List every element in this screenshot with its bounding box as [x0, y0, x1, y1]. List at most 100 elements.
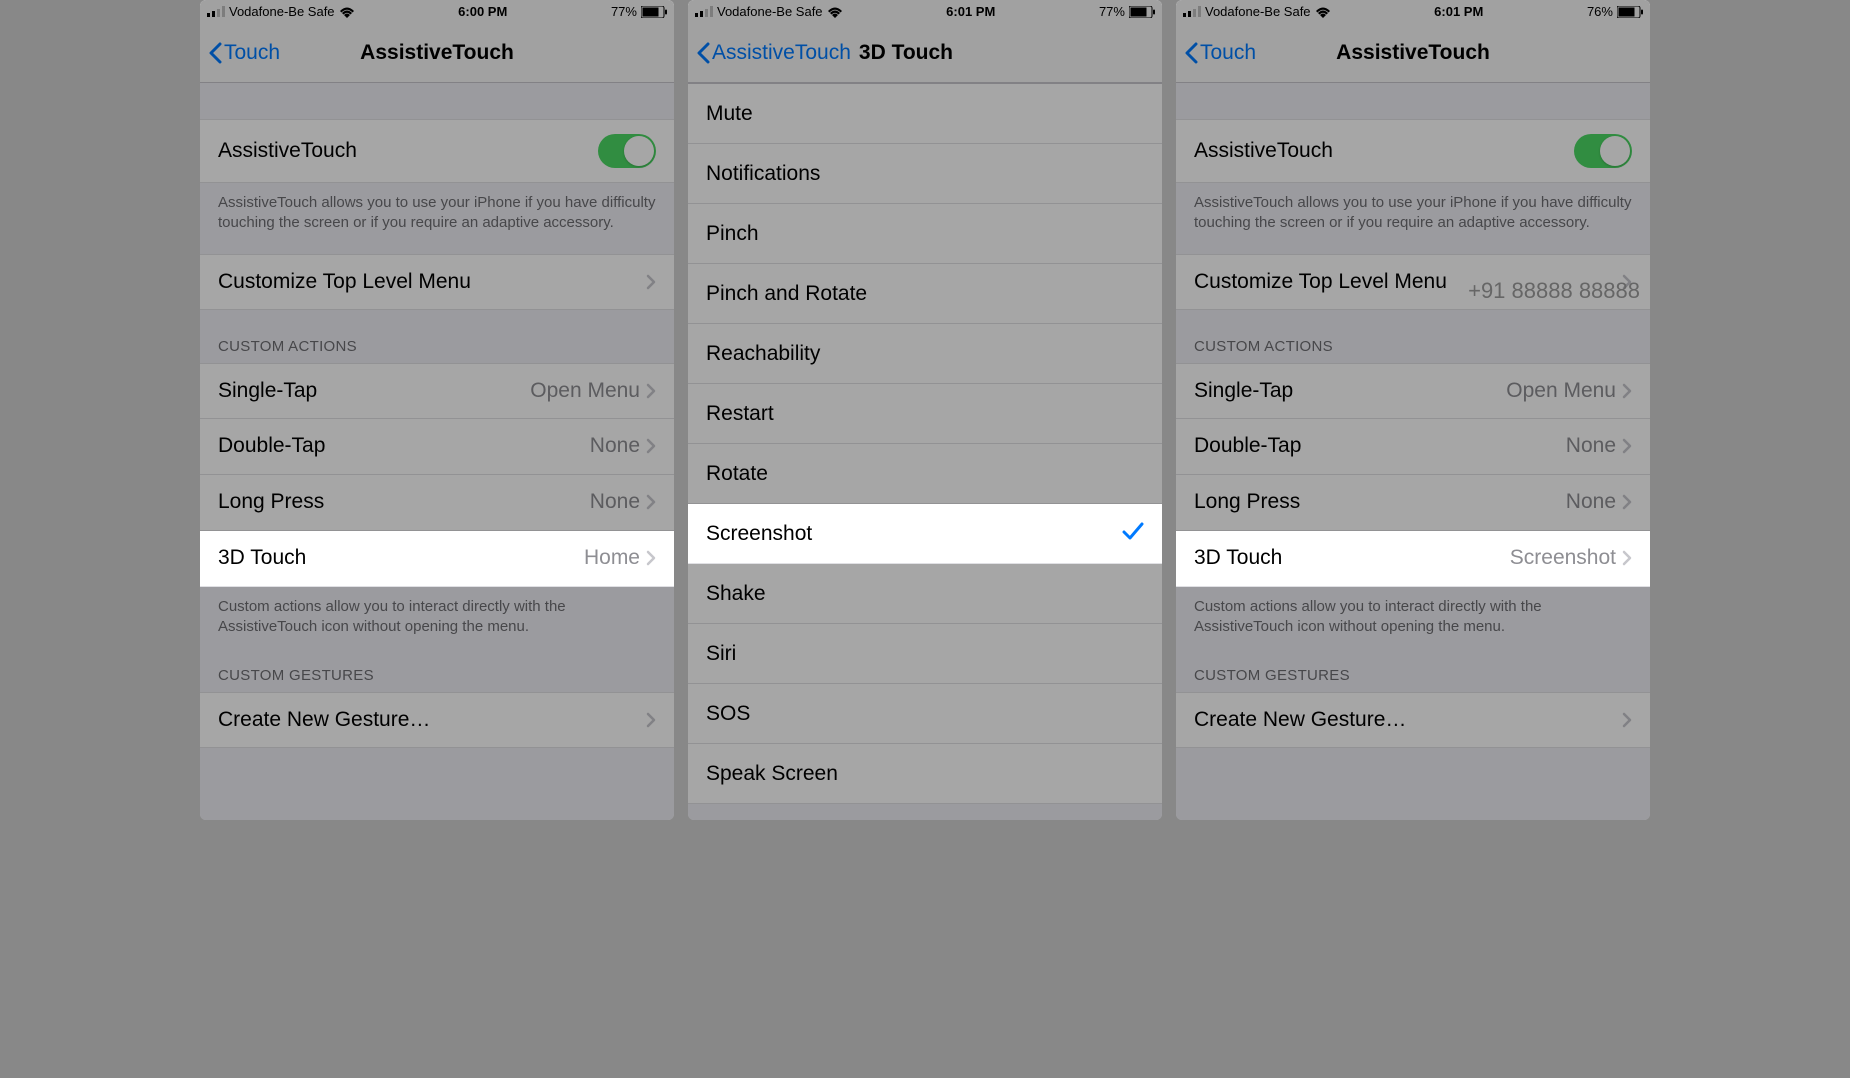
long-press-label: Long Press [1194, 490, 1566, 514]
custom-actions-footer: Custom actions allow you to interact dir… [200, 587, 674, 658]
long-press-row[interactable]: Long Press None [1176, 475, 1650, 531]
clock-label: 6:01 PM [946, 4, 995, 19]
wifi-icon [827, 6, 843, 18]
page-title: 3D Touch [859, 41, 953, 65]
back-button[interactable]: Touch [208, 41, 280, 65]
back-label: AssistiveTouch [712, 41, 851, 65]
double-tap-row[interactable]: Double-Tap None [1176, 419, 1650, 475]
custom-actions-header: CUSTOM ACTIONS [200, 310, 674, 363]
3d-touch-value: Home [584, 546, 640, 570]
option-rotate[interactable]: Rotate [688, 444, 1162, 504]
battery-percent-label: 77% [1099, 4, 1125, 19]
signal-icon [207, 6, 225, 17]
toggle-switch[interactable] [598, 134, 656, 168]
chevron-left-icon [1184, 42, 1198, 64]
option-pinch-rotate[interactable]: Pinch and Rotate [688, 264, 1162, 324]
status-bar: Vodafone-Be Safe 6:01 PM 77% [688, 0, 1162, 23]
double-tap-label: Double-Tap [218, 434, 590, 458]
assistivetouch-toggle-row[interactable]: AssistiveTouch [1176, 119, 1650, 183]
chevron-right-icon [646, 712, 656, 728]
option-restart[interactable]: Restart [688, 384, 1162, 444]
option-label: Siri [706, 642, 1144, 666]
option-pinch[interactable]: Pinch [688, 204, 1162, 264]
nav-bar: Touch AssistiveTouch [1176, 23, 1650, 83]
screen-2-3d-touch-options: Vodafone-Be Safe 6:01 PM 77% AssistiveTo… [688, 0, 1162, 820]
chevron-left-icon [208, 42, 222, 64]
option-siri[interactable]: Siri [688, 624, 1162, 684]
3d-touch-row[interactable]: 3D Touch Screenshot [1176, 531, 1650, 587]
custom-gestures-header: CUSTOM GESTURES [200, 657, 674, 692]
back-button[interactable]: Touch [1184, 41, 1256, 65]
chevron-right-icon [1622, 438, 1632, 454]
option-label: Pinch and Rotate [706, 282, 1144, 306]
create-gesture-label: Create New Gesture… [218, 708, 646, 732]
option-label: Notifications [706, 162, 1144, 186]
battery-icon [641, 6, 667, 18]
option-speak-screen[interactable]: Speak Screen [688, 744, 1162, 804]
chevron-right-icon [1622, 712, 1632, 728]
assistivetouch-toggle-row[interactable]: AssistiveTouch [200, 119, 674, 183]
single-tap-label: Single-Tap [218, 379, 530, 403]
single-tap-row[interactable]: Single-Tap Open Menu [200, 363, 674, 419]
double-tap-row[interactable]: Double-Tap None [200, 419, 674, 475]
custom-gestures-header: CUSTOM GESTURES [1176, 657, 1650, 692]
option-mute[interactable]: Mute [688, 84, 1162, 144]
nav-bar: Touch AssistiveTouch [200, 23, 674, 83]
double-tap-label: Double-Tap [1194, 434, 1566, 458]
long-press-value: None [590, 490, 640, 514]
screen-1-assistivetouch: Vodafone-Be Safe 6:00 PM 77% Touch Assis… [200, 0, 674, 820]
signal-icon [695, 6, 713, 17]
double-tap-value: None [590, 434, 640, 458]
battery-percent-label: 76% [1587, 4, 1613, 19]
chevron-right-icon [1622, 383, 1632, 399]
page-title: AssistiveTouch [1336, 41, 1490, 65]
customize-label: Customize Top Level Menu [218, 270, 646, 294]
create-new-gesture-row[interactable]: Create New Gesture… [200, 692, 674, 748]
option-label: Shake [706, 582, 1144, 606]
nav-bar: AssistiveTouch 3D Touch [688, 23, 1162, 83]
chevron-right-icon [1622, 550, 1632, 566]
option-label: Pinch [706, 222, 1144, 246]
single-tap-row[interactable]: Single-Tap Open Menu [1176, 363, 1650, 419]
3d-touch-value: Screenshot [1510, 546, 1616, 570]
option-label: Reachability [706, 342, 1144, 366]
option-label: Screenshot [706, 522, 1122, 546]
chevron-left-icon [696, 42, 710, 64]
create-new-gesture-row[interactable]: Create New Gesture… [1176, 692, 1650, 748]
chevron-right-icon [646, 383, 656, 399]
option-reachability[interactable]: Reachability [688, 324, 1162, 384]
single-tap-value: Open Menu [1506, 379, 1616, 403]
back-label: Touch [1200, 41, 1256, 65]
option-sos[interactable]: SOS [688, 684, 1162, 744]
single-tap-value: Open Menu [530, 379, 640, 403]
option-notifications[interactable]: Notifications [688, 144, 1162, 204]
option-label: Rotate [706, 462, 1144, 486]
long-press-value: None [1566, 490, 1616, 514]
3d-touch-label: 3D Touch [218, 546, 584, 570]
assistivetouch-description: AssistiveTouch allows you to use your iP… [200, 183, 674, 254]
checkmark-icon [1122, 522, 1144, 546]
signal-icon [1183, 6, 1201, 17]
action-options-list: Mute Notifications Pinch Pinch and Rotat… [688, 83, 1162, 804]
wifi-icon [339, 6, 355, 18]
long-press-row[interactable]: Long Press None [200, 475, 674, 531]
3d-touch-row[interactable]: 3D Touch Home [200, 531, 674, 587]
single-tap-label: Single-Tap [1194, 379, 1506, 403]
customize-top-level-menu-row[interactable]: Customize Top Level Menu [200, 254, 674, 310]
toggle-switch[interactable] [1574, 134, 1632, 168]
create-gesture-label: Create New Gesture… [1194, 708, 1622, 732]
back-button[interactable]: AssistiveTouch [696, 41, 851, 65]
option-label: Mute [706, 102, 1144, 126]
page-title: AssistiveTouch [360, 41, 514, 65]
option-shake[interactable]: Shake [688, 564, 1162, 624]
status-bar: Vodafone-Be Safe 6:00 PM 77% [200, 0, 674, 23]
toggle-label: AssistiveTouch [1194, 139, 1574, 163]
carrier-label: Vodafone-Be Safe [717, 4, 823, 19]
option-screenshot[interactable]: Screenshot [688, 504, 1162, 564]
custom-actions-header: CUSTOM ACTIONS [1176, 310, 1650, 363]
chevron-right-icon [646, 550, 656, 566]
option-label: SOS [706, 702, 1144, 726]
clock-label: 6:01 PM [1434, 4, 1483, 19]
clock-label: 6:00 PM [458, 4, 507, 19]
battery-icon [1129, 6, 1155, 18]
